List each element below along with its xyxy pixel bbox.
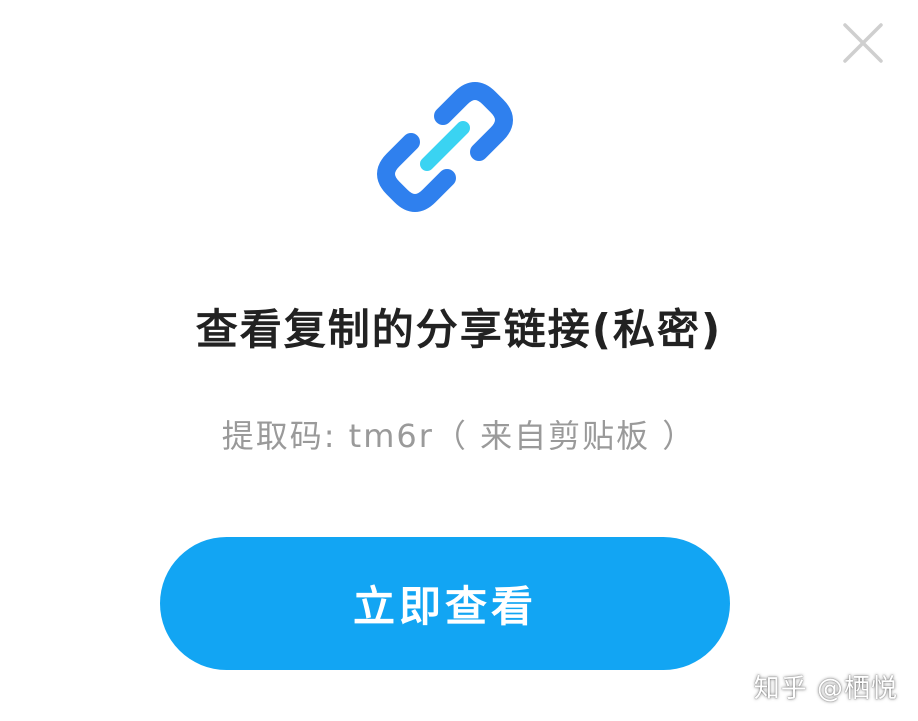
dialog-title: 查看复制的分享链接(私密) bbox=[195, 305, 723, 354]
close-icon bbox=[843, 23, 883, 63]
watermark: 知乎 @栖悦 bbox=[753, 674, 898, 704]
extraction-code-text: 提取码: tm6r（ 来自剪贴板 ） bbox=[221, 417, 697, 455]
close-button[interactable] bbox=[840, 20, 886, 66]
view-now-button[interactable]: 立即查看 bbox=[160, 537, 730, 670]
link-icon bbox=[375, 80, 515, 214]
share-link-dialog: 查看复制的分享链接(私密) 提取码: tm6r（ 来自剪贴板 ） 立即查看 知乎… bbox=[0, 0, 918, 721]
